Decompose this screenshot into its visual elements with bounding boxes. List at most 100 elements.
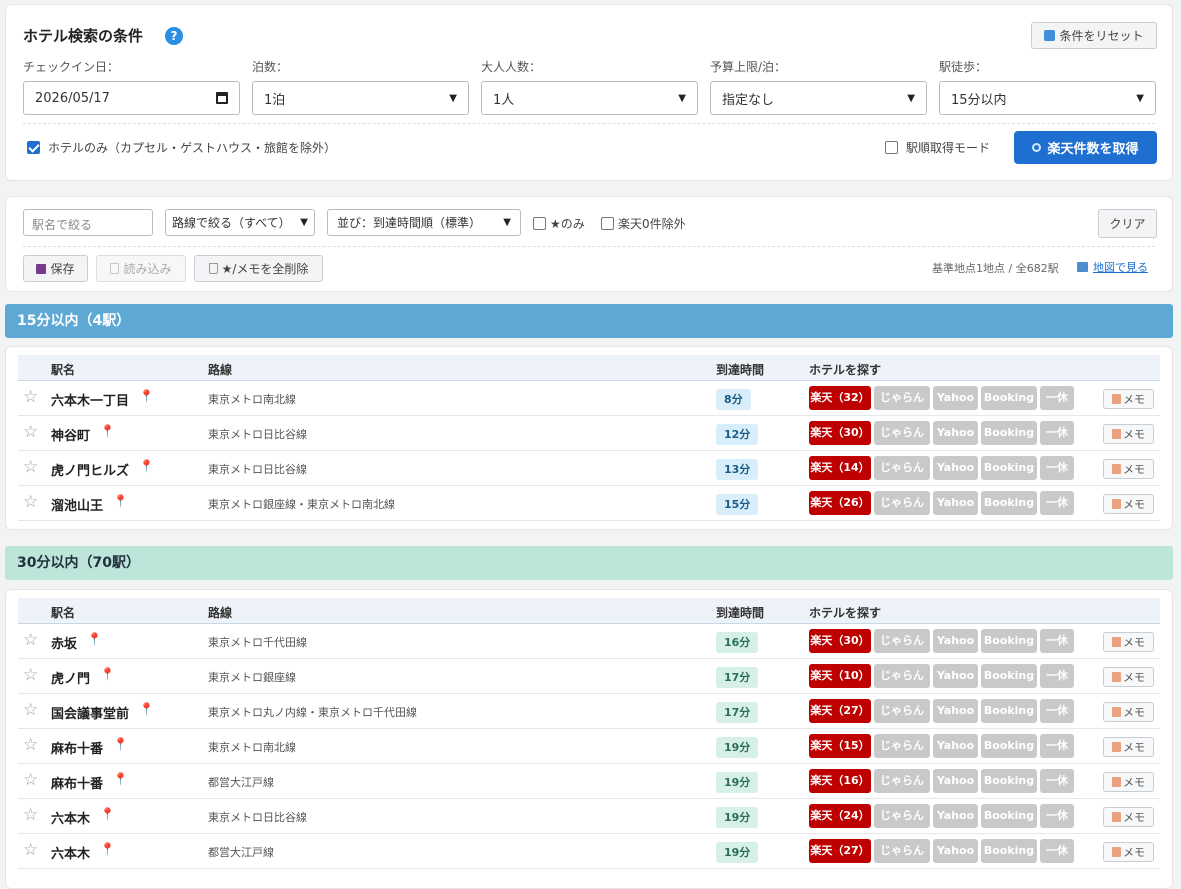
ikyu-button[interactable]: 一休 xyxy=(1040,769,1074,793)
ikyu-button[interactable]: 一休 xyxy=(1040,629,1074,653)
jalan-button[interactable]: じゃらん xyxy=(874,386,930,410)
ikyu-button[interactable]: 一休 xyxy=(1040,456,1074,480)
load-button[interactable]: 読み込み xyxy=(96,255,186,282)
memo-button[interactable]: メモ xyxy=(1103,737,1154,757)
yahoo-button[interactable]: Yahoo xyxy=(933,421,978,445)
delete-all-button[interactable]: ★/メモを全削除 xyxy=(194,255,323,282)
exclude-zero-checkbox[interactable] xyxy=(601,217,614,230)
memo-button[interactable]: メモ xyxy=(1103,667,1154,687)
walk-select[interactable]: 15分以内 ▼ xyxy=(939,81,1156,115)
rakuten-button[interactable]: 楽天（14） xyxy=(809,456,871,480)
booking-button[interactable]: Booking xyxy=(981,664,1037,688)
star-icon[interactable]: ☆ xyxy=(23,805,38,825)
star-only-checkbox[interactable] xyxy=(533,217,546,230)
jalan-button[interactable]: じゃらん xyxy=(874,421,930,445)
map-pin-icon[interactable]: 📍 xyxy=(139,389,154,403)
star-icon[interactable]: ☆ xyxy=(23,492,38,512)
memo-button[interactable]: メモ xyxy=(1103,842,1154,862)
rakuten-button[interactable]: 楽天（30） xyxy=(809,421,871,445)
rakuten-button[interactable]: 楽天（26） xyxy=(809,491,871,515)
yahoo-button[interactable]: Yahoo xyxy=(933,804,978,828)
nights-select[interactable]: 1泊 ▼ xyxy=(252,81,469,115)
save-button[interactable]: 保存 xyxy=(23,255,88,282)
yahoo-button[interactable]: Yahoo xyxy=(933,839,978,863)
yahoo-button[interactable]: Yahoo xyxy=(933,769,978,793)
rakuten-button[interactable]: 楽天（30） xyxy=(809,629,871,653)
ikyu-button[interactable]: 一休 xyxy=(1040,699,1074,723)
memo-button[interactable]: メモ xyxy=(1103,632,1154,652)
booking-button[interactable]: Booking xyxy=(981,629,1037,653)
map-pin-icon[interactable]: 📍 xyxy=(113,494,128,508)
map-pin-icon[interactable]: 📍 xyxy=(100,842,115,856)
star-only-checkbox-row[interactable]: ★のみ xyxy=(533,215,585,232)
jalan-button[interactable]: じゃらん xyxy=(874,664,930,688)
star-icon[interactable]: ☆ xyxy=(23,422,38,442)
booking-button[interactable]: Booking xyxy=(981,734,1037,758)
map-pin-icon[interactable]: 📍 xyxy=(100,424,115,438)
booking-button[interactable]: Booking xyxy=(981,421,1037,445)
map-pin-icon[interactable]: 📍 xyxy=(113,737,128,751)
booking-button[interactable]: Booking xyxy=(981,386,1037,410)
star-icon[interactable]: ☆ xyxy=(23,387,38,407)
yahoo-button[interactable]: Yahoo xyxy=(933,734,978,758)
booking-button[interactable]: Booking xyxy=(981,769,1037,793)
map-pin-icon[interactable]: 📍 xyxy=(113,772,128,786)
star-icon[interactable]: ☆ xyxy=(23,770,38,790)
ikyu-button[interactable]: 一休 xyxy=(1040,664,1074,688)
ikyu-button[interactable]: 一休 xyxy=(1040,491,1074,515)
star-icon[interactable]: ☆ xyxy=(23,457,38,477)
rakuten-button[interactable]: 楽天（10） xyxy=(809,664,871,688)
jalan-button[interactable]: じゃらん xyxy=(874,804,930,828)
rakuten-button[interactable]: 楽天（15） xyxy=(809,734,871,758)
reset-button[interactable]: 条件をリセット xyxy=(1031,22,1157,49)
rakuten-button[interactable]: 楽天（16） xyxy=(809,769,871,793)
exclude-zero-checkbox-row[interactable]: 楽天0件除外 xyxy=(601,215,686,232)
hotel-only-checkbox[interactable] xyxy=(27,141,40,154)
memo-button[interactable]: メモ xyxy=(1103,389,1154,409)
yahoo-button[interactable]: Yahoo xyxy=(933,664,978,688)
memo-button[interactable]: メモ xyxy=(1103,772,1154,792)
help-icon[interactable]: ? xyxy=(165,27,183,45)
yahoo-button[interactable]: Yahoo xyxy=(933,456,978,480)
jalan-button[interactable]: じゃらん xyxy=(874,699,930,723)
map-link[interactable]: 地図で見る xyxy=(1077,259,1148,275)
booking-button[interactable]: Booking xyxy=(981,699,1037,723)
ikyu-button[interactable]: 一休 xyxy=(1040,839,1074,863)
memo-button[interactable]: メモ xyxy=(1103,807,1154,827)
jalan-button[interactable]: じゃらん xyxy=(874,456,930,480)
map-pin-icon[interactable]: 📍 xyxy=(100,667,115,681)
ikyu-button[interactable]: 一休 xyxy=(1040,421,1074,445)
map-pin-icon[interactable]: 📍 xyxy=(87,632,102,646)
yahoo-button[interactable]: Yahoo xyxy=(933,386,978,410)
rakuten-button[interactable]: 楽天（27） xyxy=(809,839,871,863)
jalan-button[interactable]: じゃらん xyxy=(874,769,930,793)
rakuten-button[interactable]: 楽天（27） xyxy=(809,699,871,723)
station-order-checkbox-row[interactable]: 駅順取得モード xyxy=(885,139,990,156)
memo-button[interactable]: メモ xyxy=(1103,424,1154,444)
rakuten-button[interactable]: 楽天（32） xyxy=(809,386,871,410)
star-icon[interactable]: ☆ xyxy=(23,700,38,720)
yahoo-button[interactable]: Yahoo xyxy=(933,491,978,515)
checkin-date-input[interactable]: 2026/05/17 xyxy=(23,81,240,115)
booking-button[interactable]: Booking xyxy=(981,456,1037,480)
ikyu-button[interactable]: 一休 xyxy=(1040,386,1074,410)
booking-button[interactable]: Booking xyxy=(981,804,1037,828)
yahoo-button[interactable]: Yahoo xyxy=(933,699,978,723)
sort-select[interactable]: 並び：到達時間順（標準） ▼ xyxy=(327,209,521,236)
budget-select[interactable]: 指定なし ▼ xyxy=(710,81,927,115)
jalan-button[interactable]: じゃらん xyxy=(874,629,930,653)
hotel-only-checkbox-row[interactable]: ホテルのみ（カプセル・ゲストハウス・旅館を除外） xyxy=(27,139,336,156)
jalan-button[interactable]: じゃらん xyxy=(874,839,930,863)
rakuten-button[interactable]: 楽天（24） xyxy=(809,804,871,828)
jalan-button[interactable]: じゃらん xyxy=(874,734,930,758)
memo-button[interactable]: メモ xyxy=(1103,494,1154,514)
yahoo-button[interactable]: Yahoo xyxy=(933,629,978,653)
clear-button[interactable]: クリア xyxy=(1098,209,1157,238)
star-icon[interactable]: ☆ xyxy=(23,665,38,685)
booking-button[interactable]: Booking xyxy=(981,839,1037,863)
booking-button[interactable]: Booking xyxy=(981,491,1037,515)
station-order-checkbox[interactable] xyxy=(885,141,898,154)
star-icon[interactable]: ☆ xyxy=(23,840,38,860)
ikyu-button[interactable]: 一休 xyxy=(1040,804,1074,828)
memo-button[interactable]: メモ xyxy=(1103,459,1154,479)
